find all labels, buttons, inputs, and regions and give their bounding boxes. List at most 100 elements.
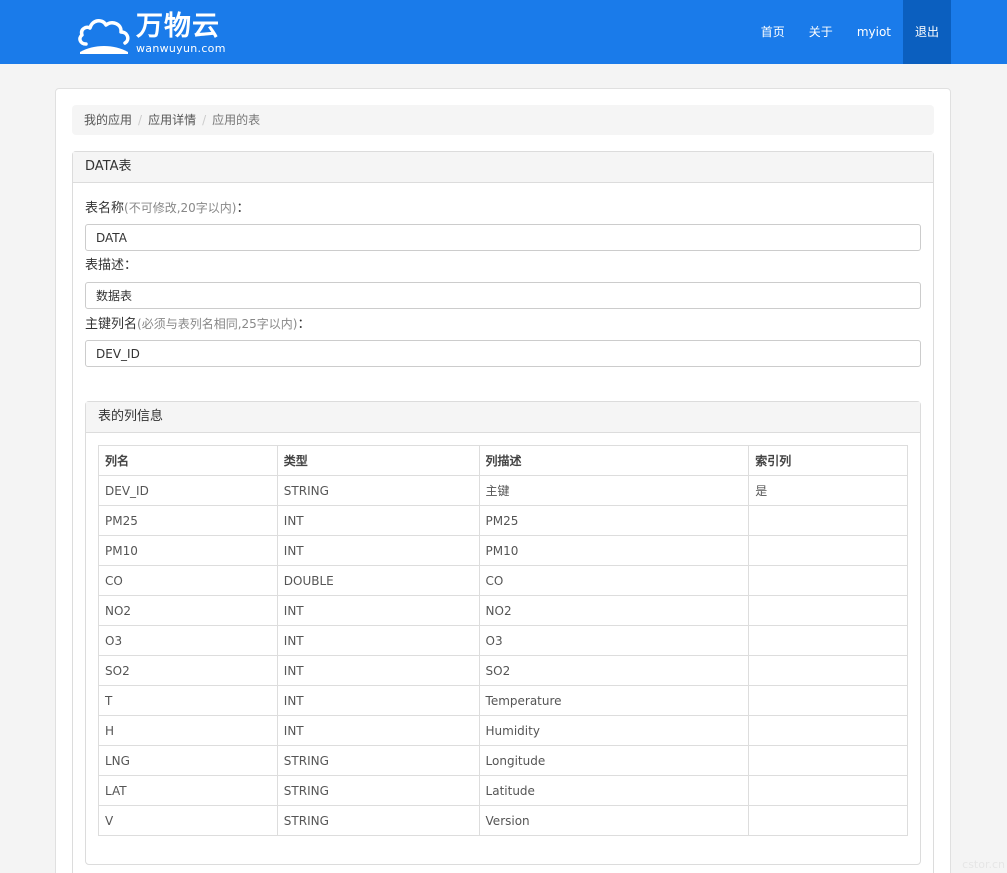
table-row: T INT Temperature <box>98 685 908 716</box>
primary-key-input[interactable] <box>85 340 921 367</box>
table-row: CO DOUBLE CO <box>98 565 908 596</box>
cell-type: STRING <box>276 745 480 776</box>
cell-index <box>748 595 908 626</box>
cell-description: SO2 <box>478 655 750 686</box>
header-column-name: 列名 <box>98 445 278 476</box>
main-container: 我的应用/应用详情/应用的表 DATA表 表名称(不可修改,20字以内)： 表描… <box>55 88 951 873</box>
header-type: 类型 <box>276 445 480 476</box>
primary-key-label-text: 主键列名 <box>85 317 138 332</box>
header-description: 列描述 <box>478 445 750 476</box>
table-row: DEV_ID STRING 主键是 <box>98 475 908 506</box>
breadcrumb-separator: / <box>138 113 143 127</box>
breadcrumb-separator: / <box>202 113 207 127</box>
cell-description: CO <box>478 565 750 596</box>
nav-menu: 首页 关于 myiot 退出 <box>749 0 951 64</box>
table-name-hint: (不可修改,20字以内) <box>124 201 237 215</box>
breadcrumb-my-apps[interactable]: 我的应用 <box>84 113 132 127</box>
cell-index <box>748 535 908 566</box>
cell-column-name: LNG <box>98 745 278 776</box>
brand-name-cn: 万物云 <box>136 10 220 42</box>
cell-type: INT <box>276 685 480 716</box>
columns-panel: 表的列信息 列名 类型 列描述 索引列 DEV_ID STRING 主键是 PM… <box>85 401 921 865</box>
header-index: 索引列 <box>748 445 908 476</box>
top-navbar: 万物云 wanwuyun.com 首页 关于 myiot 退出 <box>0 0 1007 64</box>
table-name-label-text: 表名称 <box>85 201 125 216</box>
table-desc-colon: ： <box>124 258 138 273</box>
cell-type: INT <box>276 625 480 656</box>
cell-index <box>748 805 908 836</box>
table-row: PM25 INT PM25 <box>98 505 908 536</box>
brand-name-en: wanwuyun.com <box>136 41 226 55</box>
cell-column-name: T <box>98 685 278 716</box>
watermark: cstor.cn <box>962 858 1005 871</box>
panel-title: DATA表 <box>73 152 933 183</box>
table-desc-label-text: 表描述 <box>85 258 125 273</box>
table-row: NO2 INT NO2 <box>98 595 908 626</box>
cell-column-name: NO2 <box>98 595 278 626</box>
cell-description: Latitude <box>478 775 750 806</box>
cell-type: INT <box>276 715 480 746</box>
columns-table: 列名 类型 列描述 索引列 DEV_ID STRING 主键是 PM25 INT PM25… <box>98 445 908 836</box>
table-name-colon: ： <box>236 201 250 216</box>
nav-user-link[interactable]: myiot <box>845 0 903 64</box>
cell-type: STRING <box>276 775 480 806</box>
cell-index: 是 <box>748 475 908 506</box>
cell-index <box>748 625 908 656</box>
cell-type: DOUBLE <box>276 565 480 596</box>
cell-index <box>748 655 908 686</box>
cell-column-name: PM10 <box>98 535 278 566</box>
cell-description: Humidity <box>478 715 750 746</box>
nav-home-link[interactable]: 首页 <box>749 0 797 64</box>
table-row: O3 INT O3 <box>98 625 908 656</box>
cell-index <box>748 565 908 596</box>
cell-description: 主键 <box>478 475 750 506</box>
cell-type: INT <box>276 535 480 566</box>
cell-column-name: LAT <box>98 775 278 806</box>
table-row: SO2 INT SO2 <box>98 655 908 686</box>
cell-index <box>748 505 908 536</box>
cell-type: STRING <box>276 805 480 836</box>
breadcrumb-current: 应用的表 <box>212 113 261 127</box>
cell-description: PM10 <box>478 535 750 566</box>
table-row: LNG STRING Longitude <box>98 745 908 776</box>
table-name-input[interactable] <box>85 224 921 251</box>
primary-key-colon: ： <box>297 317 311 332</box>
cell-description: O3 <box>478 625 750 656</box>
nav-about-link[interactable]: 关于 <box>797 0 845 64</box>
nav-logout-link[interactable]: 退出 <box>902 0 951 64</box>
breadcrumb-app-detail[interactable]: 应用详情 <box>148 113 196 127</box>
table-name-label: 表名称(不可修改,20字以内)： <box>85 198 921 218</box>
columns-table-header: 列名 类型 列描述 索引列 <box>98 445 908 476</box>
table-desc-label: 表描述： <box>85 256 921 276</box>
cell-index <box>748 745 908 776</box>
cell-type: INT <box>276 595 480 626</box>
table-panel: DATA表 表名称(不可修改,20字以内)： 表描述： 主键列名(必须与表列名相… <box>72 151 934 873</box>
cell-index <box>748 715 908 746</box>
cell-index <box>748 685 908 716</box>
table-desc-input[interactable] <box>85 282 921 309</box>
cell-column-name: CO <box>98 565 278 596</box>
cell-column-name: H <box>98 715 278 746</box>
columns-panel-title: 表的列信息 <box>86 402 920 433</box>
brand-logo[interactable]: 万物云 wanwuyun.com <box>76 10 226 56</box>
primary-key-label: 主键列名(必须与表列名相同,25字以内)： <box>85 314 921 334</box>
cell-description: Temperature <box>478 685 750 716</box>
cell-column-name: SO2 <box>98 655 278 686</box>
table-row: PM10 INT PM10 <box>98 535 908 566</box>
cell-description: Version <box>478 805 750 836</box>
table-row: H INT Humidity <box>98 715 908 746</box>
cell-description: NO2 <box>478 595 750 626</box>
cell-index <box>748 775 908 806</box>
cell-type: INT <box>276 655 480 686</box>
table-row: LAT STRING Latitude <box>98 775 908 806</box>
cell-type: INT <box>276 505 480 536</box>
table-row: V STRING Version <box>98 805 908 836</box>
cell-type: STRING <box>276 475 480 506</box>
cell-column-name: V <box>98 805 278 836</box>
table-form: 表名称(不可修改,20字以内)： 表描述： 主键列名(必须与表列名相同,25字以… <box>85 198 921 372</box>
cell-description: PM25 <box>478 505 750 536</box>
breadcrumb: 我的应用 / 应用详情 / 应用的表 <box>72 105 934 135</box>
cloud-icon <box>78 19 130 54</box>
cell-column-name: O3 <box>98 625 278 656</box>
cell-description: Longitude <box>478 745 750 776</box>
